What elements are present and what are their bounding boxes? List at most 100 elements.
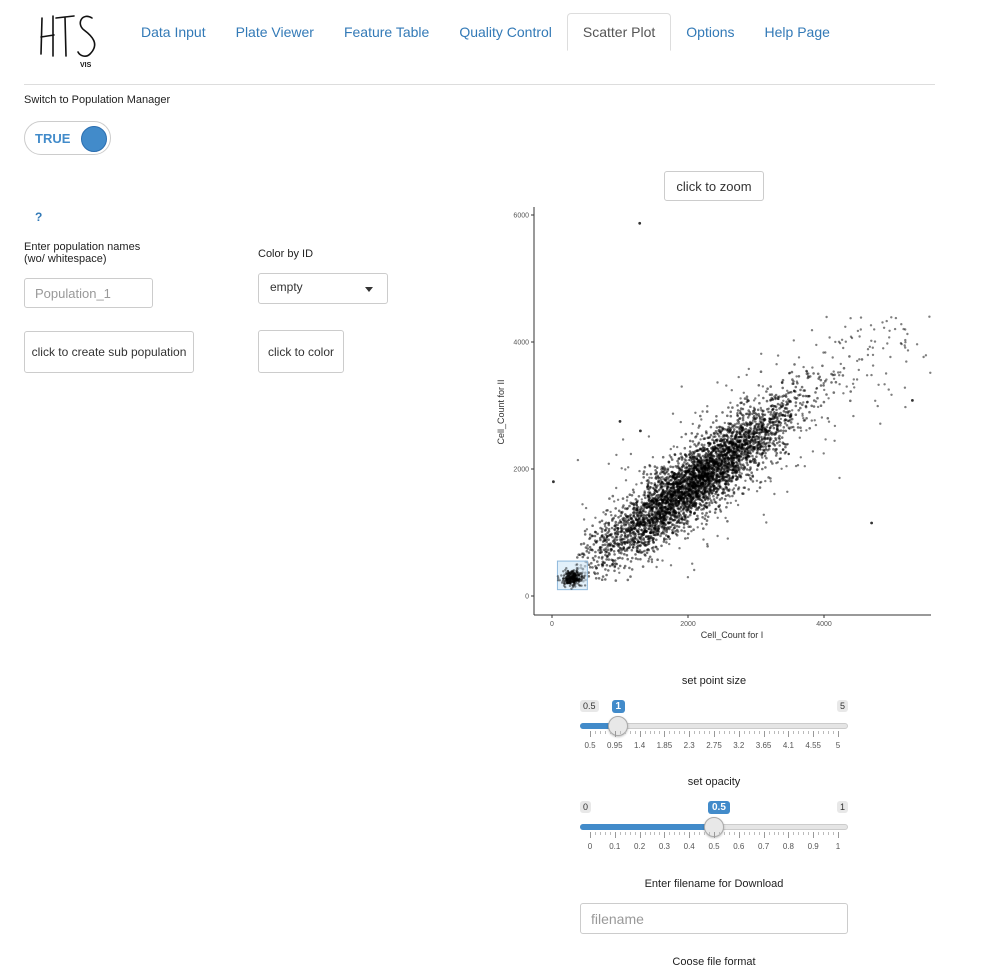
scatter-point	[721, 411, 724, 414]
scatter-point	[696, 449, 699, 452]
scatter-point	[723, 421, 726, 425]
scatter-point	[630, 516, 633, 520]
slider-minor-tick	[644, 731, 646, 734]
slider-tick-label: 0.6	[733, 842, 745, 851]
scatter-point	[717, 444, 720, 448]
scatter-point	[757, 394, 760, 397]
population-manager-toggle[interactable]: TRUE	[24, 121, 111, 155]
scatter-point	[765, 399, 769, 403]
tab-scatter-plot[interactable]: Scatter Plot	[566, 13, 672, 51]
scatter-point	[644, 535, 648, 538]
toggle-knob[interactable]	[81, 126, 107, 152]
color-by-id-select[interactable]: empty	[258, 273, 388, 304]
scatter-point	[640, 507, 643, 510]
scatter-point	[808, 394, 811, 398]
scatter-point	[802, 419, 806, 422]
scatter-plot[interactable]: 0 2000 4000 0200040006000 Cell_Count for I…	[492, 200, 942, 645]
scatter-point	[571, 584, 574, 587]
scatter-point	[755, 455, 758, 458]
point-size-slider[interactable]: 0.5 5 1 0.5 0.95 1.4 1.85 2.3 2.75 3.2 3.65 4.1 4.55…	[580, 700, 848, 756]
scatter-point	[767, 410, 770, 414]
scatter-point	[598, 520, 602, 524]
slider-minor-tick	[783, 832, 785, 835]
scatter-point	[626, 557, 629, 561]
population-name-input[interactable]: Population_1	[24, 278, 153, 308]
scatter-point	[758, 401, 761, 405]
scatter-point	[724, 466, 728, 470]
scatter-point	[746, 473, 750, 477]
slider-minor-tick	[793, 832, 795, 835]
slider-minor-tick	[704, 731, 706, 734]
tab-help-page[interactable]: Help Page	[750, 13, 845, 51]
scatter-point	[874, 399, 877, 402]
scatter-point	[626, 507, 629, 510]
scatter-point	[728, 468, 732, 471]
scatter-point	[663, 523, 667, 527]
scatter-point	[718, 428, 721, 432]
scatter-point	[597, 563, 600, 567]
logo-sub: VIS	[80, 62, 92, 69]
scatter-point	[683, 504, 687, 508]
create-sub-population-button[interactable]: click to create sub population	[24, 331, 194, 373]
scatter-point	[607, 569, 610, 572]
color-button[interactable]: click to color	[258, 330, 344, 373]
scatter-point	[779, 411, 782, 415]
scatter-point	[633, 540, 637, 544]
scatter-point	[574, 585, 577, 588]
scatter-point	[794, 413, 798, 416]
scatter-point	[650, 476, 653, 480]
scatter-point	[782, 431, 785, 435]
scatter-point	[674, 465, 678, 468]
zoom-button[interactable]: click to zoom	[664, 171, 764, 201]
scatter-point	[629, 543, 632, 546]
tab-plate-viewer[interactable]: Plate Viewer	[221, 13, 329, 51]
tab-options[interactable]: Options	[671, 13, 749, 51]
scatter-point	[653, 465, 657, 468]
tab-feature-table[interactable]: Feature Table	[329, 13, 444, 51]
filename-input[interactable]: filename	[580, 903, 848, 934]
scatter-point	[900, 323, 903, 326]
scatter-point	[695, 457, 699, 461]
scatter-point	[623, 541, 626, 544]
scatter-point	[796, 426, 800, 429]
help-link[interactable]: ?	[35, 210, 42, 224]
scatter-point	[732, 468, 735, 472]
scatter-point	[784, 422, 787, 425]
scatter-point	[769, 477, 772, 480]
scatter-point	[817, 377, 820, 380]
scatter-point	[890, 316, 893, 319]
scatter-point	[607, 538, 610, 541]
scatter-point	[686, 515, 690, 519]
scatter-point	[742, 414, 745, 417]
tab-data-input[interactable]: Data Input	[126, 13, 221, 51]
scatter-point	[710, 501, 714, 505]
population-names-label-line1: Enter population names	[24, 241, 141, 253]
scatter-point	[734, 461, 738, 464]
scatter-point	[781, 386, 784, 390]
slider-tick	[788, 731, 790, 737]
scatter-point	[705, 476, 709, 480]
scatter-point	[631, 488, 635, 492]
scatter-point	[738, 432, 742, 435]
scatter-point	[736, 454, 739, 458]
slider-minor-tick	[768, 731, 770, 734]
scatter-point	[720, 479, 723, 483]
opacity-slider[interactable]: 0 1 0.5 0 0.1 0.2 0.3 0.4 0.5 0.6 0.7 0.8 0.9 1	[580, 801, 848, 857]
slider-tick	[714, 731, 715, 737]
scatter-point	[739, 466, 743, 469]
scatter-point	[741, 492, 744, 495]
scatter-point	[685, 455, 688, 458]
scatter-point	[691, 470, 694, 473]
scatter-point	[881, 321, 884, 324]
tab-quality-control[interactable]: Quality Control	[444, 13, 567, 51]
scatter-point	[619, 546, 622, 550]
scatter-point	[755, 435, 759, 438]
scatter-point	[671, 503, 674, 506]
scatter-point	[782, 429, 785, 433]
scatter-point	[621, 438, 625, 441]
scatter-point	[567, 571, 570, 574]
scatter-point	[617, 530, 621, 534]
scatter-point	[675, 521, 678, 525]
scatter-point	[600, 550, 603, 554]
scatter-point	[680, 465, 684, 469]
